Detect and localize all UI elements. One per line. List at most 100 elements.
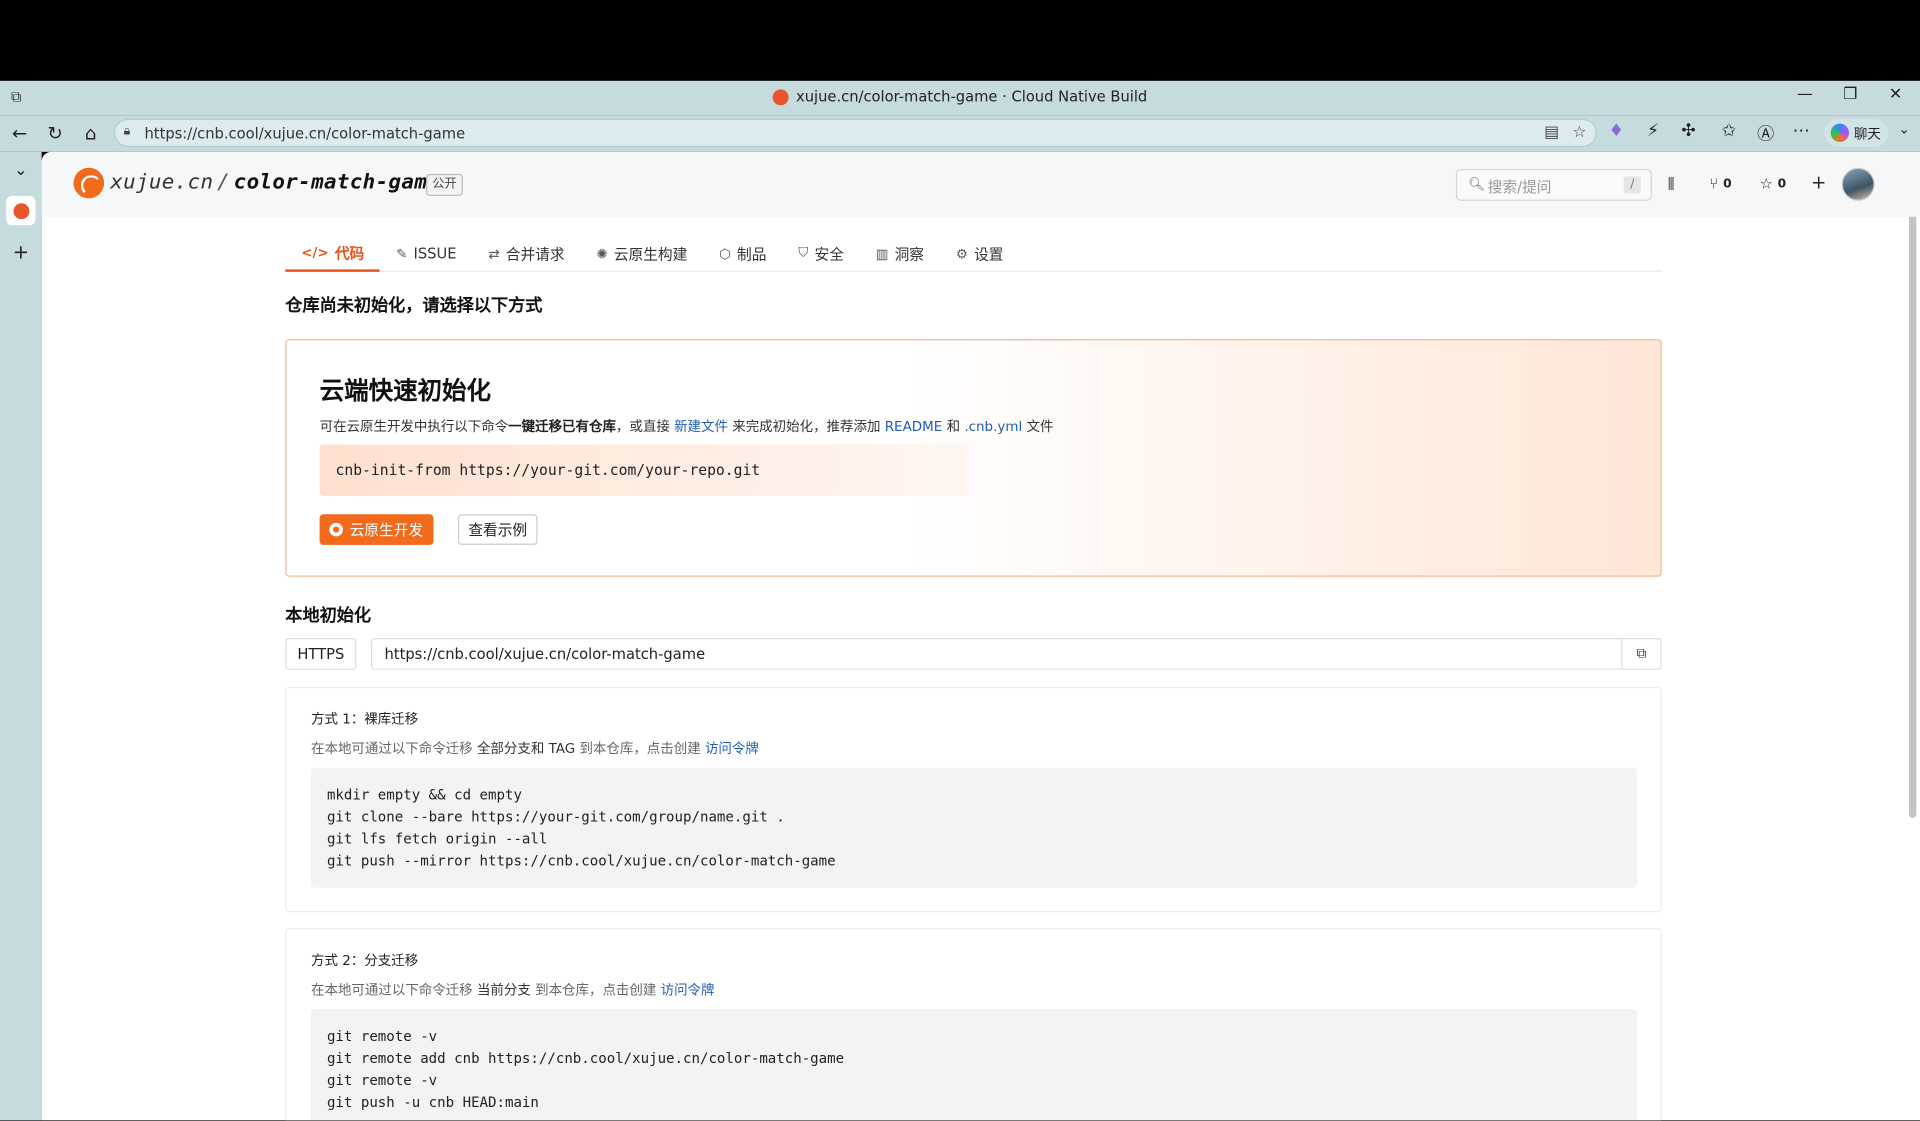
code-line: git remote add cnb https://cnb.cool/xuju… [326, 1049, 845, 1067]
new-file-link[interactable]: 新建文件 [674, 419, 728, 435]
reader-mode-icon[interactable]: ▤ [1544, 124, 1559, 142]
star-icon: ☆ [1759, 175, 1773, 193]
active-tab[interactable] [6, 195, 36, 226]
chevron-down-icon[interactable]: ⌄ [1892, 121, 1916, 137]
repo-name-link[interactable]: color-match-game [234, 170, 440, 194]
build-icon: ✺ [596, 245, 608, 262]
clone-url-field[interactable]: https://cnb.cool/xujue.cn/color-match-ga… [371, 637, 1623, 670]
page-scrollbar[interactable] [1908, 156, 1917, 818]
lock-icon[interactable]: 🔒︎ [124, 125, 131, 138]
tab-label: 设置 [974, 245, 1004, 263]
window-title: xujue.cn/color-match-game · Cloud Native… [0, 88, 1920, 105]
desc-text: 在本地可通过以下命令迁移 [311, 740, 477, 757]
favorites-icon[interactable]: ✩ [1717, 121, 1741, 141]
desc-strong: 当前分支 [476, 982, 531, 998]
cloud-dev-label: 云原生开发 [349, 521, 424, 539]
vertical-tab-strip: ⌄ + [0, 151, 42, 1121]
desc-text: 和 [942, 418, 965, 435]
code-block[interactable]: git remote -v git remote add cnb https:/… [311, 1008, 1638, 1121]
tab-settings[interactable]: ⚙ 设置 [940, 235, 1019, 272]
tab-label: 合并请求 [505, 245, 565, 263]
search-placeholder: 搜索/提问 [1487, 178, 1552, 196]
window-title-text: xujue.cn/color-match-game · Cloud Native… [796, 88, 1148, 106]
back-icon[interactable]: ← [7, 122, 31, 144]
cnb-yml-link[interactable]: .cnb.yml [964, 419, 1022, 435]
repo-breadcrumb: xujue.cn / color-match-game [110, 170, 440, 194]
extension-bolt-icon[interactable]: ⚡ [1641, 121, 1665, 141]
protocol-selector[interactable]: HTTPS [285, 637, 357, 670]
search-input[interactable]: 🔍︎ 搜索/提问 / [1455, 168, 1652, 201]
tab-label: 洞察 [894, 245, 925, 263]
desc-text: ，或直接 [615, 418, 675, 435]
copy-url-button[interactable]: ⧉ [1621, 637, 1662, 670]
tab-code[interactable]: </> 代码 [285, 235, 381, 272]
extension-potion-icon[interactable]: ♦ [1604, 121, 1628, 141]
web-page: xujue.cn / color-match-game 公开 🔍︎ 搜索/提问 / … [41, 151, 1920, 1121]
fork-icon: ⑂ [1709, 175, 1719, 193]
user-avatar[interactable] [1841, 167, 1875, 201]
chart-icon: ▥ [875, 245, 889, 262]
address-url[interactable]: https://cnb.cool/xujue.cn/color-match-ga… [144, 125, 465, 142]
tab-label: 安全 [814, 245, 844, 263]
cloud-init-card: 云端快速初始化 可在云原生开发中执行以下命令一键迁移已有仓库，或直接 新建文件 … [285, 339, 1662, 577]
cloud-dev-button[interactable]: 云原生开发 [319, 514, 434, 545]
more-menu-icon[interactable]: ⋯ [1789, 121, 1813, 141]
method-bare-migration: 方式 1：裸库迁移 在本地可通过以下命令迁移 全部分支和 TAG 到本仓库，点击… [285, 686, 1662, 913]
collapse-chevron-icon[interactable]: ⌄ [9, 162, 33, 180]
profile-extension-icon[interactable]: Ⓐ [1753, 121, 1777, 145]
browser-toolbar: ← ↻ ⌂ 🔒︎ https://cnb.cool/xujue.cn/color… [0, 115, 1920, 152]
cnb-icon [329, 522, 344, 537]
copilot-chat-button[interactable]: 聊天 [1824, 118, 1889, 147]
path-separator: / [217, 170, 230, 195]
access-token-link[interactable]: 访问令牌 [705, 741, 759, 757]
repo-insights-button[interactable]: ⫼ [1668, 175, 1675, 193]
restore-icon[interactable]: ❐ [1828, 86, 1872, 104]
code-block[interactable]: mkdir empty && cd empty git clone --bare… [311, 767, 1638, 888]
tab-security[interactable]: ⛉ 安全 [782, 235, 859, 272]
bar-chart-icon: ⫼ [1667, 175, 1675, 193]
readme-link[interactable]: README [885, 419, 943, 435]
tab-label: 制品 [737, 245, 767, 263]
repo-header: xujue.cn / color-match-game 公开 🔍︎ 搜索/提问 / … [41, 151, 1920, 217]
access-token-link[interactable]: 访问令牌 [661, 982, 715, 998]
reload-icon[interactable]: ↻ [43, 122, 67, 144]
tab-artifacts[interactable]: ⬡ 制品 [703, 235, 782, 272]
close-icon[interactable]: ✕ [1873, 86, 1917, 104]
pull-request-icon: ⇄ [488, 245, 500, 262]
new-tab-plus-icon[interactable]: + [9, 240, 33, 263]
tab-label: 代码 [334, 244, 365, 262]
tab-cloud-build[interactable]: ✺ 云原生构建 [580, 235, 703, 272]
view-example-button[interactable]: 查看示例 [457, 514, 538, 545]
cloud-init-title: 云端快速初始化 [319, 375, 492, 406]
star-button[interactable]: ☆ 0 [1760, 175, 1787, 192]
tab-label: ISSUE [413, 244, 457, 263]
fork-count: 0 [1723, 176, 1732, 191]
method-description: 在本地可通过以下命令迁移 全部分支和 TAG 到本仓库，点击创建 访问令牌 [311, 738, 759, 758]
repo-owner-link[interactable]: xujue.cn [110, 170, 213, 194]
code-icon: </> [301, 244, 329, 261]
create-plus-button[interactable]: + [1811, 171, 1826, 193]
package-icon: ⬡ [719, 245, 731, 262]
cnb-logo-icon[interactable] [73, 167, 105, 199]
home-icon[interactable]: ⌂ [78, 122, 102, 144]
minimize-icon[interactable]: — [1783, 86, 1827, 104]
chat-label: 聊天 [1853, 125, 1881, 142]
address-bar[interactable]: 🔒︎ https://cnb.cool/xujue.cn/color-match… [113, 118, 1597, 147]
issue-icon: ✎ [396, 245, 408, 262]
uninitialized-notice: 仓库尚未初始化，请选择以下方式 [285, 296, 543, 316]
tab-insights[interactable]: ▥ 洞察 [860, 235, 940, 272]
local-init-title: 本地初始化 [285, 606, 372, 626]
favorite-star-icon[interactable]: ☆ [1572, 124, 1586, 142]
site-favicon-icon [772, 88, 789, 105]
extensions-puzzle-icon[interactable]: ✣ [1676, 121, 1700, 141]
fork-button[interactable]: ⑂ 0 [1709, 175, 1731, 192]
tab-pull-requests[interactable]: ⇄ 合并请求 [472, 235, 580, 272]
desc-text: 文件 [1022, 418, 1054, 435]
cloud-init-description: 可在云原生开发中执行以下命令一键迁移已有仓库，或直接 新建文件 来完成初始化，推… [320, 416, 1054, 436]
tab-issue[interactable]: ✎ ISSUE [380, 235, 472, 272]
init-command-block[interactable]: cnb-init-from https://your-git.com/your-… [319, 444, 969, 496]
code-line: git remote -v [326, 1027, 438, 1045]
desc-text: 可在云原生开发中执行以下命令 [319, 418, 509, 435]
top-black-band [0, 0, 1920, 81]
desc-strong: 一键迁移已有仓库 [508, 418, 616, 435]
